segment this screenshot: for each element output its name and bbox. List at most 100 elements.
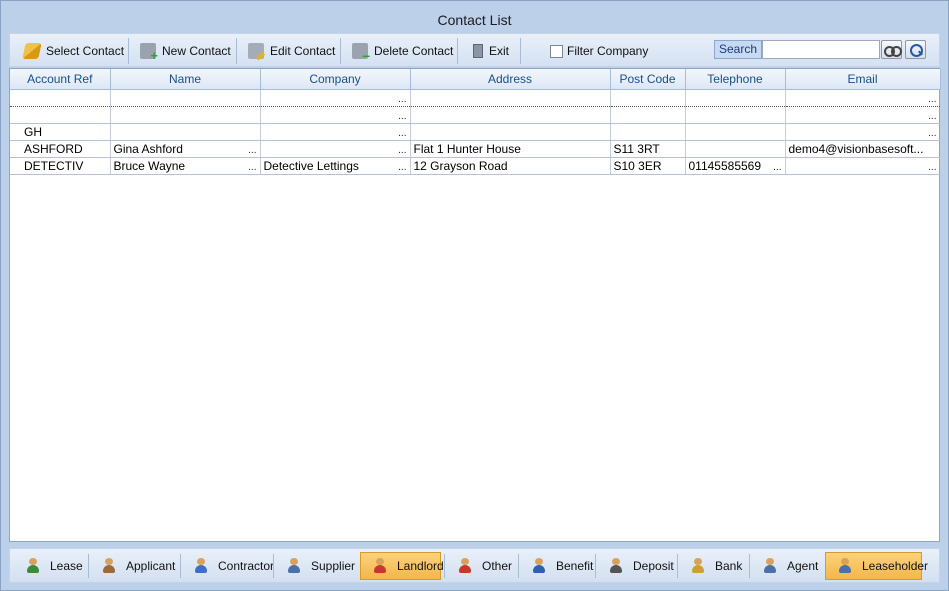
cell-address[interactable]: 12 Grayson Road (410, 157, 611, 175)
tab-other[interactable]: Other (446, 552, 516, 580)
ellipsis-button[interactable]: ... (398, 128, 406, 139)
cell-telephone[interactable] (685, 106, 786, 124)
cell-account-ref[interactable]: GH (10, 123, 111, 141)
tab-separator (180, 554, 181, 578)
toolbar-separator (128, 38, 129, 64)
cell-post-code[interactable]: S11 3RT (610, 140, 686, 158)
cell-address[interactable] (410, 123, 611, 141)
cell-account-ref[interactable]: DETECTIV (10, 157, 111, 175)
cell-post-code[interactable] (610, 123, 686, 141)
select-contact-button[interactable]: Select Contact (16, 37, 132, 65)
delete-contact-button[interactable]: Delete Contact (344, 37, 461, 65)
new-contact-icon (140, 43, 158, 63)
cell-address[interactable] (410, 88, 611, 107)
tab-agent[interactable]: Agent (751, 552, 823, 580)
cell-telephone[interactable] (685, 88, 786, 107)
cell-company[interactable]: ... (260, 88, 411, 107)
cell-address[interactable]: Flat 1 Hunter House (410, 140, 611, 158)
toolbar-separator (457, 38, 458, 64)
lease-icon (24, 558, 42, 574)
ellipsis-button[interactable]: ... (773, 162, 781, 173)
other-icon (456, 558, 474, 574)
cell-account-ref[interactable]: ASHFORD (10, 140, 111, 158)
cell-telephone[interactable] (685, 140, 786, 158)
ellipsis-button[interactable]: ... (928, 94, 936, 105)
filter-company-check-box[interactable] (550, 44, 563, 58)
table-row[interactable]: DETECTIV Bruce Wayne... Detective Lettin… (10, 157, 941, 175)
clear-search-icon[interactable] (905, 40, 926, 59)
cell-name[interactable]: Bruce Wayne... (110, 157, 261, 175)
edit-contact-icon (248, 43, 264, 59)
cell-post-code[interactable] (610, 88, 686, 107)
tab-deposit[interactable]: Deposit (597, 552, 675, 580)
tab-separator (444, 554, 445, 578)
tab-benefit[interactable]: Benefit (520, 552, 593, 580)
ellipsis-button[interactable]: ... (398, 162, 406, 173)
tab-bank[interactable]: Bank (679, 552, 747, 580)
table-row[interactable]: ASHFORD Gina Ashford... ... Flat 1 Hunte… (10, 140, 941, 158)
cell-address[interactable] (410, 106, 611, 124)
table-row[interactable]: GH ... ... (10, 123, 941, 141)
cell-company[interactable]: ... (260, 140, 411, 158)
cell-name[interactable] (110, 106, 261, 124)
tab-supplier[interactable]: Supplier (275, 552, 358, 580)
table-row[interactable]: ... ... (10, 88, 941, 107)
tab-bank-label: Bank (715, 559, 743, 573)
tab-separator (595, 554, 596, 578)
cell-company[interactable]: Detective Lettings... (260, 157, 411, 175)
tab-deposit-label: Deposit (633, 559, 674, 573)
cell-name[interactable] (110, 88, 261, 107)
exit-button[interactable]: Exit (465, 37, 517, 65)
cell-email[interactable]: ... (785, 106, 941, 124)
edit-contact-label: Edit Contact (270, 44, 336, 58)
cell-company[interactable]: ... (260, 106, 411, 124)
tab-landlord[interactable]: Landlord (360, 552, 444, 580)
column-header-name[interactable]: Name (110, 69, 261, 90)
new-contact-button[interactable]: New Contact (132, 37, 239, 65)
benefit-icon (530, 558, 548, 574)
ellipsis-button[interactable]: ... (398, 145, 406, 156)
agent-icon (761, 558, 779, 574)
ellipsis-button[interactable]: ... (398, 111, 406, 122)
tab-applicant[interactable]: Applicant (90, 552, 178, 580)
search-input[interactable] (762, 40, 880, 59)
exit-label: Exit (489, 44, 510, 58)
ellipsis-button[interactable]: ... (928, 128, 936, 139)
edit-contact-button[interactable]: Edit Contact (240, 37, 343, 65)
cell-name[interactable]: Gina Ashford... (110, 140, 261, 158)
cell-email[interactable]: demo4@visionbasesoft... (785, 140, 941, 158)
ellipsis-button[interactable]: ... (928, 111, 936, 122)
cell-email[interactable]: ... (785, 157, 941, 175)
cell-post-code[interactable]: S10 3ER (610, 157, 686, 175)
ellipsis-button[interactable]: ... (248, 162, 256, 173)
tab-leaseholder[interactable]: Leaseholder (825, 552, 928, 580)
column-header-telephone[interactable]: Telephone (685, 69, 786, 90)
column-header-email[interactable]: Email (785, 69, 941, 90)
ellipsis-button[interactable]: ... (928, 162, 936, 173)
column-header-company[interactable]: Company (260, 69, 411, 90)
contact-list-window: Contact List Select Contact New Contact … (0, 0, 949, 591)
cell-email[interactable]: ... (785, 88, 941, 107)
binoculars-search-icon[interactable] (881, 40, 902, 59)
cell-name[interactable] (110, 123, 261, 141)
tab-lease[interactable]: Lease (14, 552, 86, 580)
applicant-icon (100, 558, 118, 574)
ellipsis-button[interactable]: ... (398, 94, 406, 105)
column-header-account-ref[interactable]: Account Ref (10, 69, 111, 90)
supplier-icon (285, 558, 303, 574)
cell-email[interactable]: ... (785, 123, 941, 141)
cell-telephone[interactable] (685, 123, 786, 141)
table-row[interactable]: ... ... (10, 106, 941, 124)
cell-telephone[interactable]: 01145585569... (685, 157, 786, 175)
cell-company[interactable]: ... (260, 123, 411, 141)
tab-separator (273, 554, 274, 578)
filter-company-label: Filter Company (567, 44, 649, 58)
cell-account-ref[interactable] (10, 106, 111, 124)
filter-company-checkbox[interactable]: Filter Company (542, 37, 656, 65)
cell-account-ref[interactable] (10, 88, 111, 107)
column-header-post-code[interactable]: Post Code (610, 69, 686, 90)
cell-post-code[interactable] (610, 106, 686, 124)
column-header-address[interactable]: Address (410, 69, 611, 90)
ellipsis-button[interactable]: ... (248, 145, 256, 156)
tab-contractor[interactable]: Contractor (182, 552, 274, 580)
